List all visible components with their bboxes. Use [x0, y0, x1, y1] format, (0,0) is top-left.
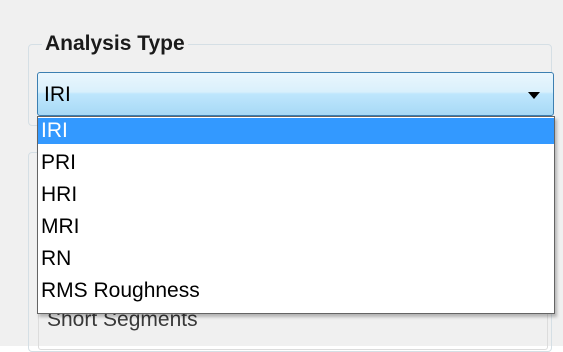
combo-selected-value: IRI: [44, 83, 71, 106]
chevron-down-icon[interactable]: [528, 92, 540, 99]
analysis-type-title: Analysis Type: [42, 31, 188, 57]
option-mri[interactable]: MRI: [38, 214, 554, 240]
option-iri[interactable]: IRI: [38, 118, 554, 144]
option-pri[interactable]: PRI: [38, 150, 554, 176]
analysis-type-dropdown-list[interactable]: IRI PRI HRI MRI RN RMS Roughness: [37, 116, 555, 314]
option-rms-roughness[interactable]: RMS Roughness: [38, 278, 554, 304]
option-rn[interactable]: RN: [38, 246, 554, 272]
option-hri[interactable]: HRI: [38, 182, 554, 208]
analysis-type-combobox[interactable]: IRI: [37, 72, 554, 116]
